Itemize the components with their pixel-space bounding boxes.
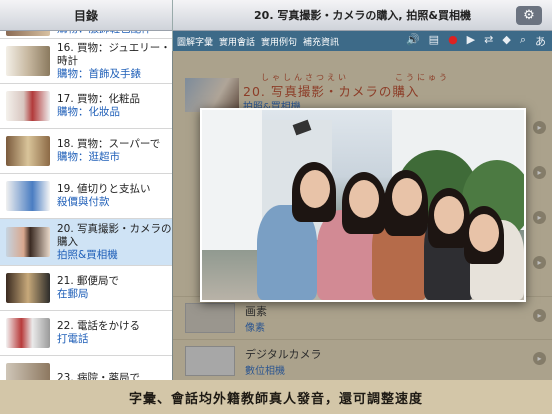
list-item-selected[interactable]: 20. 写真撮影・カメラの購入 拍照&買相機: [0, 219, 172, 266]
list-item[interactable]: 19. 値切りと支払い 殺價與付款: [0, 174, 172, 219]
item-title: 17. 買物：化粧品: [57, 93, 141, 105]
item-title: 16. 買物：ジュエリー・時計: [57, 41, 171, 67]
sidebar-list: 購物：服飾鞋包配件 16. 買物：ジュエリー・時計購物：首飾及手錶 17. 買物…: [0, 20, 172, 380]
list-item[interactable]: 17. 買物：化粧品 購物：化妝品: [0, 84, 172, 129]
item-thumbnail: [6, 363, 50, 380]
item-subtitle: 購物：化妝品: [57, 106, 120, 118]
toolbar-icons: 🔊 ▤ ● ▶ ⇄ ◆ ⌕ あ: [406, 33, 552, 49]
sidebar: 目錄 購物：服飾鞋包配件 16. 買物：ジュエリー・時計購物：首飾及手錶 17.…: [0, 0, 173, 380]
tab-info[interactable]: 補充資訊: [303, 35, 339, 48]
page-title: 20. 写真撮影・カメラの購入, 拍照&買相機: [254, 9, 471, 22]
item-thumbnail: [6, 46, 50, 76]
gear-icon: ⚙: [523, 8, 535, 23]
promo-caption: 字彙、會話均外籍教師真人發音，還可調整速度: [0, 380, 552, 414]
item-thumbnail: [6, 91, 50, 121]
item-thumbnail: [6, 227, 50, 257]
record-icon[interactable]: ●: [448, 33, 458, 49]
tab-vocabulary[interactable]: 圖解字彙: [177, 35, 213, 48]
settings-button[interactable]: ⚙: [516, 6, 542, 25]
item-title: 22. 電話をかける: [57, 320, 141, 332]
item-thumbnail: [6, 136, 50, 166]
item-thumbnail: [6, 273, 50, 303]
app-frame: 目錄 購物：服飾鞋包配件 16. 買物：ジュエリー・時計購物：首飾及手錶 17.…: [0, 0, 552, 380]
selfie-photo: [202, 110, 524, 300]
item-subtitle: 在郵局: [57, 288, 89, 300]
item-title: 23. 病院・薬局で: [57, 371, 141, 381]
sidebar-header-title: 目錄: [73, 8, 98, 23]
item-subtitle: 購物：首飾及手錶: [57, 67, 141, 80]
tab-examples[interactable]: 實用例句: [261, 35, 297, 48]
list-item[interactable]: 18. 買物：スーパーで 購物：逛超市: [0, 129, 172, 174]
item-subtitle: 打電話: [57, 333, 89, 345]
list-item[interactable]: 21. 郵便局で 在郵局: [0, 266, 172, 311]
item-title: 19. 値切りと支払い: [57, 183, 151, 195]
item-thumbnail: [6, 318, 50, 348]
toolbar: 圖解字彙 實用會話 實用例句 補充資訊 🔊 ▤ ● ▶ ⇄ ◆ ⌕ あ: [173, 31, 552, 51]
item-title: 20. 写真撮影・カメラの購入: [57, 222, 172, 248]
doc-icon[interactable]: ▤: [429, 33, 439, 49]
item-subtitle: 殺價與付款: [57, 196, 110, 208]
item-subtitle: 購物：逛超市: [57, 151, 120, 163]
item-title: 21. 郵便局で: [57, 275, 120, 287]
photo-popup[interactable]: [200, 108, 526, 302]
list-item[interactable]: 23. 病院・薬局で: [0, 356, 172, 380]
list-item[interactable]: 16. 買物：ジュエリー・時計 購物：首飾及手錶: [0, 39, 172, 84]
search-icon[interactable]: ⌕: [520, 33, 526, 49]
list-item[interactable]: 22. 電話をかける 打電話: [0, 311, 172, 356]
sidebar-header: 目錄: [0, 0, 172, 31]
swap-icon[interactable]: ⇄: [484, 33, 493, 49]
main-header: 20. 写真撮影・カメラの購入, 拍照&買相機 ⚙: [173, 0, 552, 31]
item-title: 18. 買物：スーパーで: [57, 138, 161, 150]
item-thumbnail: [6, 181, 50, 211]
japanese-a-icon[interactable]: あ: [535, 33, 546, 49]
speaker-icon[interactable]: 🔊: [406, 33, 420, 49]
tag-icon[interactable]: ◆: [502, 33, 510, 49]
tab-conversation[interactable]: 實用會話: [219, 35, 255, 48]
item-subtitle: 拍照&買相機: [57, 248, 118, 261]
play-icon[interactable]: ▶: [467, 33, 475, 49]
